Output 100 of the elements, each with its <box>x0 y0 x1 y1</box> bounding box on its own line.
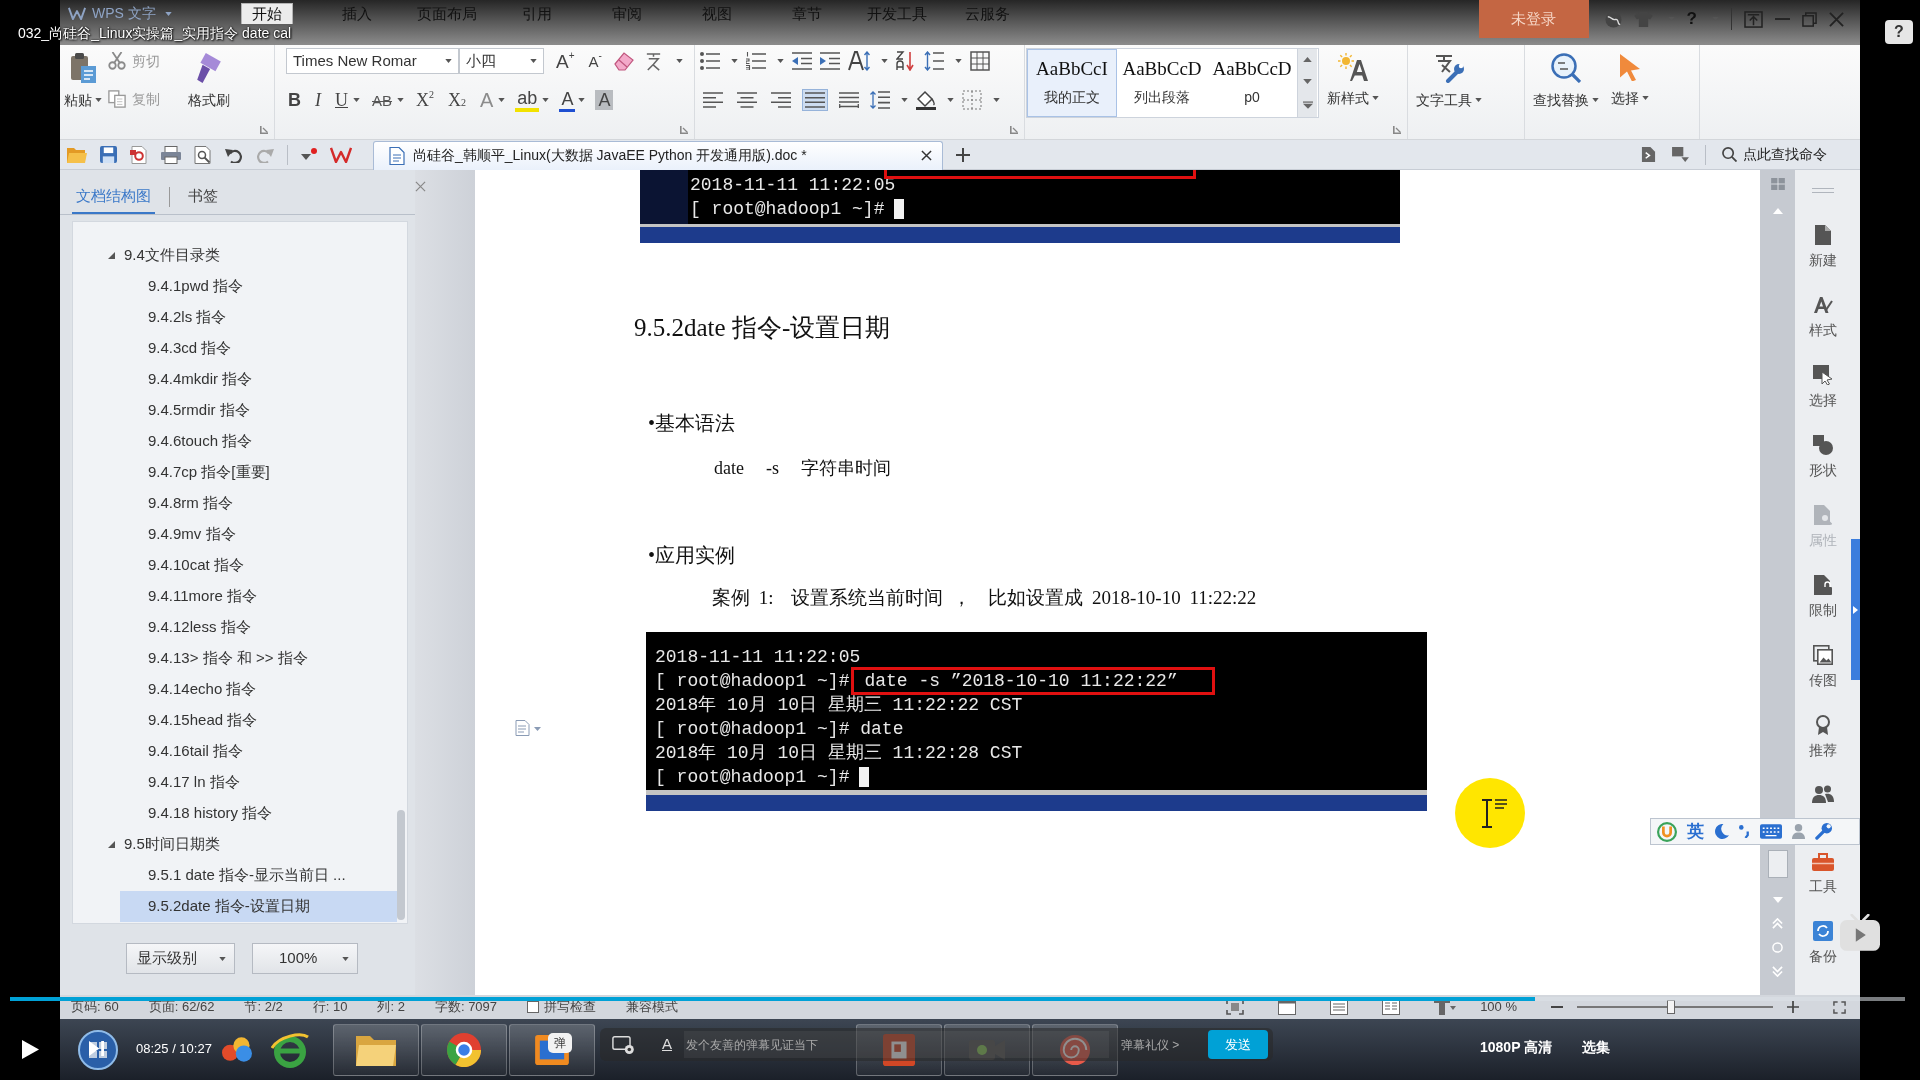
task-pane-button[interactable]: 传图 <box>1808 645 1837 689</box>
fit-page-icon[interactable] <box>1226 999 1245 1015</box>
circles-icon[interactable] <box>222 1037 252 1062</box>
font-color-button[interactable]: A <box>559 88 576 112</box>
tray-dropdown-icon[interactable] <box>1672 147 1689 162</box>
text-tools-button[interactable]: 文字工具 <box>1408 45 1486 123</box>
undo-icon[interactable] <box>225 146 243 163</box>
document-tab[interactable]: 尚硅谷_韩顺平_Linux(大数据 JavaEE Python 开发通用版).doc * <box>373 140 943 170</box>
distributed-align-icon[interactable] <box>836 89 862 111</box>
expanded-triangle-icon[interactable] <box>108 252 115 259</box>
align-right-icon[interactable] <box>768 89 794 111</box>
pane-tab[interactable]: 文档结构图 <box>72 182 155 214</box>
task-pane-button[interactable]: 备份 <box>1808 921 1837 965</box>
format-painter-button[interactable]: 格式刷 <box>184 45 234 123</box>
print-icon[interactable] <box>161 145 181 164</box>
spell-check-checkbox[interactable] <box>527 1001 540 1013</box>
find-replace-button[interactable]: 查找替换 <box>1525 45 1603 123</box>
outline-item[interactable]: 9.4.17 ln 指令 <box>120 767 397 798</box>
sort-icon[interactable] <box>896 51 916 71</box>
outline-item[interactable]: 9.4.4mkdir 指令 <box>120 364 397 395</box>
scroll-up-icon[interactable] <box>1303 57 1312 63</box>
outline-item[interactable]: 9.4.1pwd 指令 <box>120 271 397 302</box>
command-search-field[interactable]: 点此查找命令 <box>1722 144 1848 165</box>
document-arrow-icon[interactable] <box>1641 147 1656 162</box>
danmaku-style-button[interactable]: A <box>662 1033 672 1056</box>
ring-icon[interactable] <box>271 1031 309 1068</box>
screen-gear-icon[interactable] <box>612 1035 634 1054</box>
font-name-field[interactable]: Times New Romar <box>286 48 459 74</box>
bullet-list-icon[interactable] <box>700 52 720 70</box>
slider-thumb[interactable] <box>1667 1000 1675 1014</box>
progress-track[interactable] <box>10 997 1905 1001</box>
outline-item[interactable]: 9.4.8rm 指令 <box>120 488 397 519</box>
etiquette-link[interactable]: 弹幕礼仪 > <box>1121 1035 1180 1054</box>
collapse-handle[interactable] <box>1851 539 1860 680</box>
taskbar-button[interactable] <box>421 1023 507 1076</box>
bold-button[interactable]: B <box>286 87 303 113</box>
task-pane-button[interactable]: 推荐 <box>1808 715 1837 759</box>
task-pane-button[interactable]: 样式 <box>1808 295 1837 339</box>
close-icon[interactable] <box>921 150 932 161</box>
next-icon[interactable] <box>89 1041 104 1056</box>
outline-item[interactable]: 9.4.5rmdir 指令 <box>120 395 397 426</box>
play-icon[interactable] <box>21 1040 39 1059</box>
paint-bucket-icon[interactable] <box>916 90 936 110</box>
zigzag-icon[interactable] <box>330 146 352 163</box>
align-center-icon[interactable] <box>734 89 760 111</box>
dialog-launcher-icon[interactable] <box>260 126 268 134</box>
menu-tab[interactable]: 开始 <box>241 3 293 24</box>
moon-icon[interactable] <box>1714 824 1729 839</box>
outline-item[interactable]: 9.5.1 date 指令-显示当前日 ... <box>120 860 397 891</box>
shrink-font-button[interactable]: A$^{-}$ <box>586 48 604 74</box>
style-option[interactable]: AaBbCcD 列出段落 <box>1117 49 1207 117</box>
outline-item[interactable]: 9.4.3cd 指令 <box>120 333 397 364</box>
keyboard-icon[interactable] <box>1760 824 1782 839</box>
paragraph-spacing-icon[interactable] <box>924 51 944 71</box>
episodes-button[interactable]: 选集 <box>1582 1037 1610 1058</box>
new-style-button[interactable]: 新样式 <box>1319 45 1383 123</box>
people-icon[interactable] <box>1811 785 1834 803</box>
danmaku-toggle[interactable]: 弹 <box>548 1033 572 1053</box>
expanded-triangle-icon[interactable] <box>108 841 115 848</box>
outline-item[interactable]: 9.4.14echo 指令 <box>120 674 397 705</box>
scroll-down-icon[interactable] <box>1303 79 1312 84</box>
grow-font-button[interactable]: A$^{+}$ <box>554 48 577 74</box>
task-pane-button[interactable]: 形状 <box>1808 435 1837 479</box>
task-pane-button[interactable]: 选择 <box>1808 365 1837 409</box>
numbered-list-icon[interactable] <box>746 52 766 70</box>
dialog-launcher-icon[interactable] <box>1393 126 1401 134</box>
font-size-field[interactable]: 小四 <box>459 48 544 74</box>
outline-item[interactable]: 9.4.9mv 指令 <box>120 519 397 550</box>
task-pane-button[interactable]: 工具 <box>1808 853 1837 895</box>
table-grid-icon[interactable] <box>970 51 990 71</box>
outline-item[interactable]: 9.5时间日期类 <box>108 829 397 860</box>
paste-options-icon[interactable] <box>515 720 541 736</box>
outline-item[interactable]: 9.5.2date 指令-设置日期 <box>120 891 397 922</box>
quality-button[interactable]: 1080P 高清 <box>1480 1037 1553 1058</box>
highlight-button[interactable]: ab <box>515 88 540 112</box>
help-button[interactable]: ? <box>1885 20 1913 44</box>
eraser-icon[interactable] <box>613 51 634 71</box>
outline-item[interactable]: 9.4.10cat 指令 <box>120 550 397 581</box>
italic-button[interactable]: I <box>313 87 323 113</box>
style-option[interactable]: AaBbCcD p0 <box>1207 49 1297 117</box>
task-pane-button[interactable]: 限制 <box>1808 575 1837 619</box>
save-icon[interactable] <box>100 146 117 163</box>
more-styles-icon[interactable] <box>1302 100 1313 109</box>
select-button[interactable]: 选择 <box>1603 45 1653 123</box>
scrollbar-thumb[interactable] <box>397 810 405 920</box>
dropdown-dot-icon[interactable] <box>301 147 317 162</box>
outline-item[interactable]: 9.4.2ls 指令 <box>120 302 397 333</box>
paste-button[interactable]: 粘贴 <box>60 45 106 123</box>
tv-play-icon[interactable] <box>1840 914 1880 951</box>
ring-logo-icon[interactable] <box>1657 821 1677 842</box>
upload-icon[interactable] <box>1744 10 1763 28</box>
task-pane-button[interactable]: 新建 <box>1808 225 1837 269</box>
superscript-button[interactable]: X$^{2}$ <box>414 87 436 113</box>
outline-item[interactable]: 9.4.11more 指令 <box>120 581 397 612</box>
character-spacing-icon[interactable] <box>848 51 870 71</box>
outline-item[interactable]: 9.4.13> 指令 和 >> 指令 <box>120 643 397 674</box>
align-left-icon[interactable] <box>700 89 726 111</box>
taskbar-button[interactable] <box>333 1023 419 1076</box>
scrollbar-thumb[interactable] <box>1767 850 1788 878</box>
grip-icon[interactable] <box>1811 188 1834 193</box>
